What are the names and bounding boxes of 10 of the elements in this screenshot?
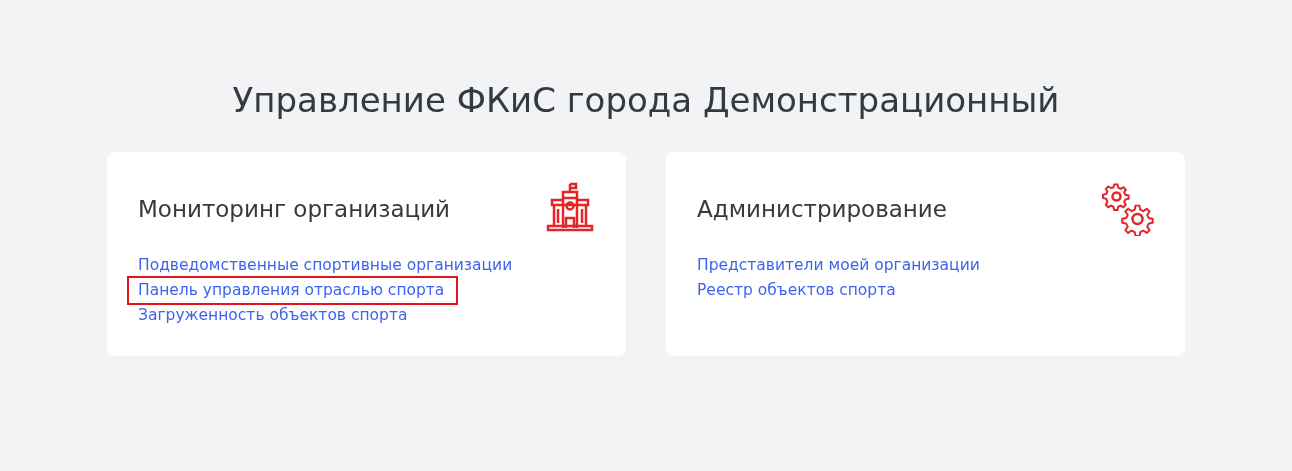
card-link[interactable]: Панель управления отраслью спорта [129, 278, 457, 303]
card-title: Мониторинг организаций [138, 196, 451, 222]
card-title: Администрирование [697, 196, 947, 222]
page-title: Управление ФКиС города Демонстрационный [232, 79, 1060, 122]
card-link[interactable]: Реестр объектов спорта [697, 278, 896, 303]
card-link[interactable]: Подведомственные спортивные организации [138, 253, 513, 278]
card-link[interactable]: Представители моей организации [697, 253, 980, 278]
school-building-icon [544, 182, 596, 234]
gears-icon [1101, 182, 1155, 236]
card-link[interactable]: Загруженность объектов спорта [138, 303, 408, 328]
